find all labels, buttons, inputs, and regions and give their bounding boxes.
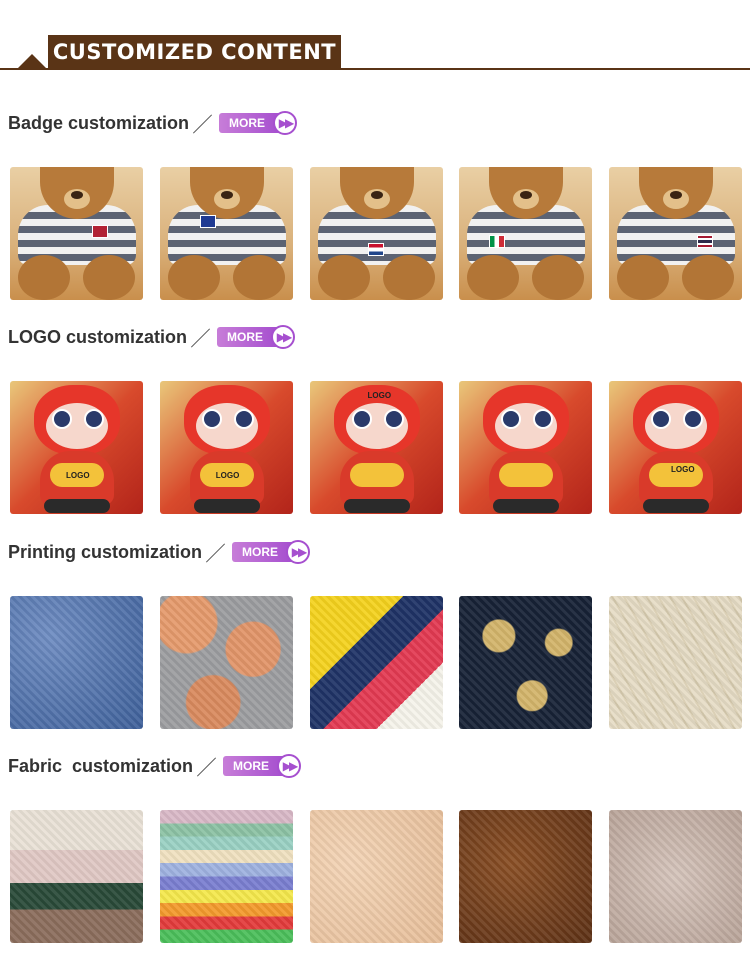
fabric-fleece-stack-image[interactable] <box>10 810 143 943</box>
italy-flag-icon <box>489 235 506 248</box>
more-label: MORE <box>232 542 293 562</box>
dragon-logo-chest-image[interactable]: LOGO <box>609 381 742 514</box>
more-label: MORE <box>223 756 284 776</box>
logo-image-row: LOGO LOGO LOGO LOGO <box>10 381 742 514</box>
dragon-logo-bag-image[interactable]: LOGO <box>159 381 293 514</box>
fabric-color-stack-image[interactable] <box>159 810 293 943</box>
badge-section-title: Badge customization <box>8 112 190 133</box>
fabric-section-title: Fabric customization <box>8 755 194 776</box>
logo-mark: LOGO <box>66 471 90 480</box>
logo-section-heading: LOGO customization MORE ▶▶ <box>8 325 296 349</box>
print-denim-embroidery-image[interactable] <box>10 596 143 729</box>
print-gold-leopard-image[interactable] <box>459 596 593 729</box>
logo-mark: LOGO <box>367 391 392 400</box>
badge-more-button[interactable]: MORE ▶▶ <box>219 111 298 135</box>
bear-badge-italy-image[interactable] <box>459 167 593 300</box>
header-corner-decoration <box>18 54 46 68</box>
more-label: MORE <box>219 113 280 133</box>
fabric-beige-plush-image[interactable] <box>309 810 443 943</box>
dragon-logo-plain-image[interactable] <box>459 381 593 514</box>
slash-divider <box>197 756 217 776</box>
logo-mark: LOGO <box>671 465 695 474</box>
slash-divider <box>206 542 226 562</box>
fabric-section-heading: Fabric customization MORE ▶▶ <box>8 754 302 778</box>
double-chevron-right-icon: ▶▶ <box>273 111 298 135</box>
printing-section-title: Printing customization <box>8 541 203 562</box>
slash-divider <box>193 113 213 133</box>
dragon-logo-head-image[interactable]: LOGO <box>309 381 443 514</box>
dragon-logo-belly-image[interactable]: LOGO <box>10 381 143 514</box>
header-title: CUSTOMIZED CONTENT <box>48 35 341 69</box>
thailand-flag-icon <box>697 235 713 248</box>
double-chevron-right-icon: ▶▶ <box>277 754 302 778</box>
uk-flag-icon <box>199 215 216 228</box>
bear-badge-thailand-image[interactable] <box>609 167 742 300</box>
bear-badge-usa-image[interactable] <box>10 167 143 300</box>
logo-mark: LOGO <box>215 471 240 480</box>
logo-more-button[interactable]: MORE ▶▶ <box>217 325 296 349</box>
fabric-brown-curly-image[interactable] <box>459 810 593 943</box>
printing-section-heading: Printing customization MORE ▶▶ <box>8 540 311 564</box>
printing-image-row <box>10 596 742 729</box>
double-chevron-right-icon: ▶▶ <box>286 540 311 564</box>
print-cartoon-image[interactable] <box>309 596 443 729</box>
bear-badge-uk-image[interactable] <box>159 167 293 300</box>
fabric-grey-shaggy-image[interactable] <box>609 810 742 943</box>
logo-section-title: LOGO customization <box>8 326 188 347</box>
usa-flag-icon <box>92 225 108 238</box>
more-label: MORE <box>217 327 278 347</box>
netherlands-flag-icon <box>367 243 384 256</box>
badge-section-heading: Badge customization MORE ▶▶ <box>8 111 298 135</box>
print-rose-pattern-image[interactable] <box>159 596 293 729</box>
badge-image-row <box>10 167 742 300</box>
print-embossed-hexagon-image[interactable] <box>609 596 742 729</box>
slash-divider <box>191 327 211 347</box>
section-header: CUSTOMIZED CONTENT <box>0 0 750 72</box>
bear-badge-netherlands-image[interactable] <box>309 167 443 300</box>
printing-more-button[interactable]: MORE ▶▶ <box>232 540 311 564</box>
fabric-image-row <box>10 810 742 943</box>
fabric-more-button[interactable]: MORE ▶▶ <box>223 754 302 778</box>
double-chevron-right-icon: ▶▶ <box>271 325 296 349</box>
header-divider <box>0 68 750 70</box>
